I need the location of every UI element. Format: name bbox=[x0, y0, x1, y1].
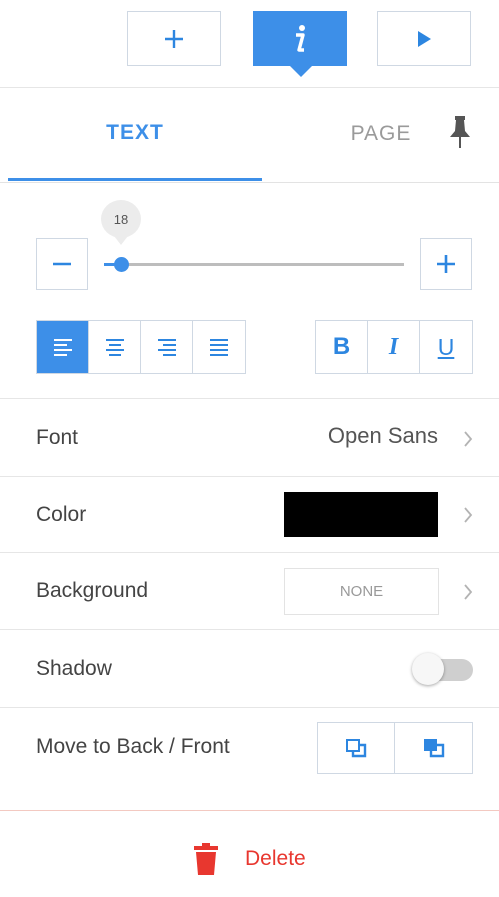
arrange-group bbox=[317, 722, 473, 774]
bold-button[interactable]: B bbox=[316, 321, 368, 373]
background-row[interactable]: Background NONE bbox=[0, 553, 499, 630]
delete-label: Delete bbox=[245, 847, 306, 870]
plus-icon bbox=[437, 255, 455, 273]
align-right-icon bbox=[157, 339, 176, 356]
play-icon bbox=[418, 30, 431, 47]
text-format-row: B I U bbox=[0, 293, 499, 399]
panel-tabs: TEXT PAGE bbox=[0, 88, 499, 183]
decrease-size-button[interactable] bbox=[36, 238, 88, 290]
underline-button[interactable]: U bbox=[420, 321, 472, 373]
trash-icon bbox=[194, 843, 218, 875]
info-pointer bbox=[290, 66, 312, 77]
bring-to-front-icon bbox=[423, 739, 444, 758]
increase-size-button[interactable] bbox=[420, 238, 472, 290]
size-slider-handle[interactable] bbox=[114, 257, 129, 272]
background-label: Background bbox=[36, 579, 149, 602]
chevron-right-icon[interactable] bbox=[462, 582, 474, 602]
arrange-label: Move to Back / Front bbox=[36, 735, 230, 758]
align-right-button[interactable] bbox=[141, 321, 193, 373]
pin-icon[interactable] bbox=[446, 116, 474, 150]
color-row[interactable]: Color bbox=[0, 477, 499, 553]
color-swatch[interactable] bbox=[284, 492, 438, 537]
arrange-row: Move to Back / Front bbox=[0, 708, 499, 788]
play-button[interactable] bbox=[377, 11, 471, 66]
size-value-bubble: 18 bbox=[101, 200, 141, 245]
tab-text[interactable]: TEXT bbox=[8, 88, 262, 181]
shadow-label: Shadow bbox=[36, 657, 112, 680]
chevron-right-icon[interactable] bbox=[462, 429, 474, 449]
send-to-back-button[interactable] bbox=[318, 723, 395, 773]
chevron-right-icon[interactable] bbox=[462, 505, 474, 525]
delete-area: Delete bbox=[0, 810, 499, 897]
top-toolbar bbox=[0, 0, 499, 88]
shadow-toggle-knob[interactable] bbox=[412, 653, 444, 685]
font-size-slider-row: 18 bbox=[0, 183, 499, 293]
font-value[interactable]: Open Sans bbox=[328, 423, 438, 449]
align-left-button[interactable] bbox=[37, 321, 89, 373]
delete-button[interactable]: Delete bbox=[193, 843, 306, 875]
shadow-row: Shadow bbox=[0, 630, 499, 708]
minus-icon bbox=[53, 262, 71, 266]
background-value[interactable]: NONE bbox=[284, 568, 439, 615]
color-label: Color bbox=[36, 503, 87, 526]
align-center-button[interactable] bbox=[89, 321, 141, 373]
info-button[interactable] bbox=[253, 11, 347, 66]
bring-to-front-button[interactable] bbox=[395, 723, 472, 773]
font-row[interactable]: Font Open Sans bbox=[0, 399, 499, 477]
text-style-group: B I U bbox=[315, 320, 473, 374]
font-label: Font bbox=[36, 426, 79, 449]
add-button[interactable] bbox=[127, 11, 221, 66]
align-center-icon bbox=[105, 339, 124, 356]
align-left-icon bbox=[53, 339, 72, 356]
justify-icon bbox=[210, 339, 228, 356]
send-to-back-icon bbox=[346, 739, 367, 758]
size-slider-track[interactable] bbox=[104, 263, 404, 266]
info-icon bbox=[296, 24, 305, 52]
justify-button[interactable] bbox=[193, 321, 245, 373]
alignment-group bbox=[36, 320, 246, 374]
plus-icon bbox=[165, 29, 183, 48]
italic-button[interactable]: I bbox=[368, 321, 420, 373]
